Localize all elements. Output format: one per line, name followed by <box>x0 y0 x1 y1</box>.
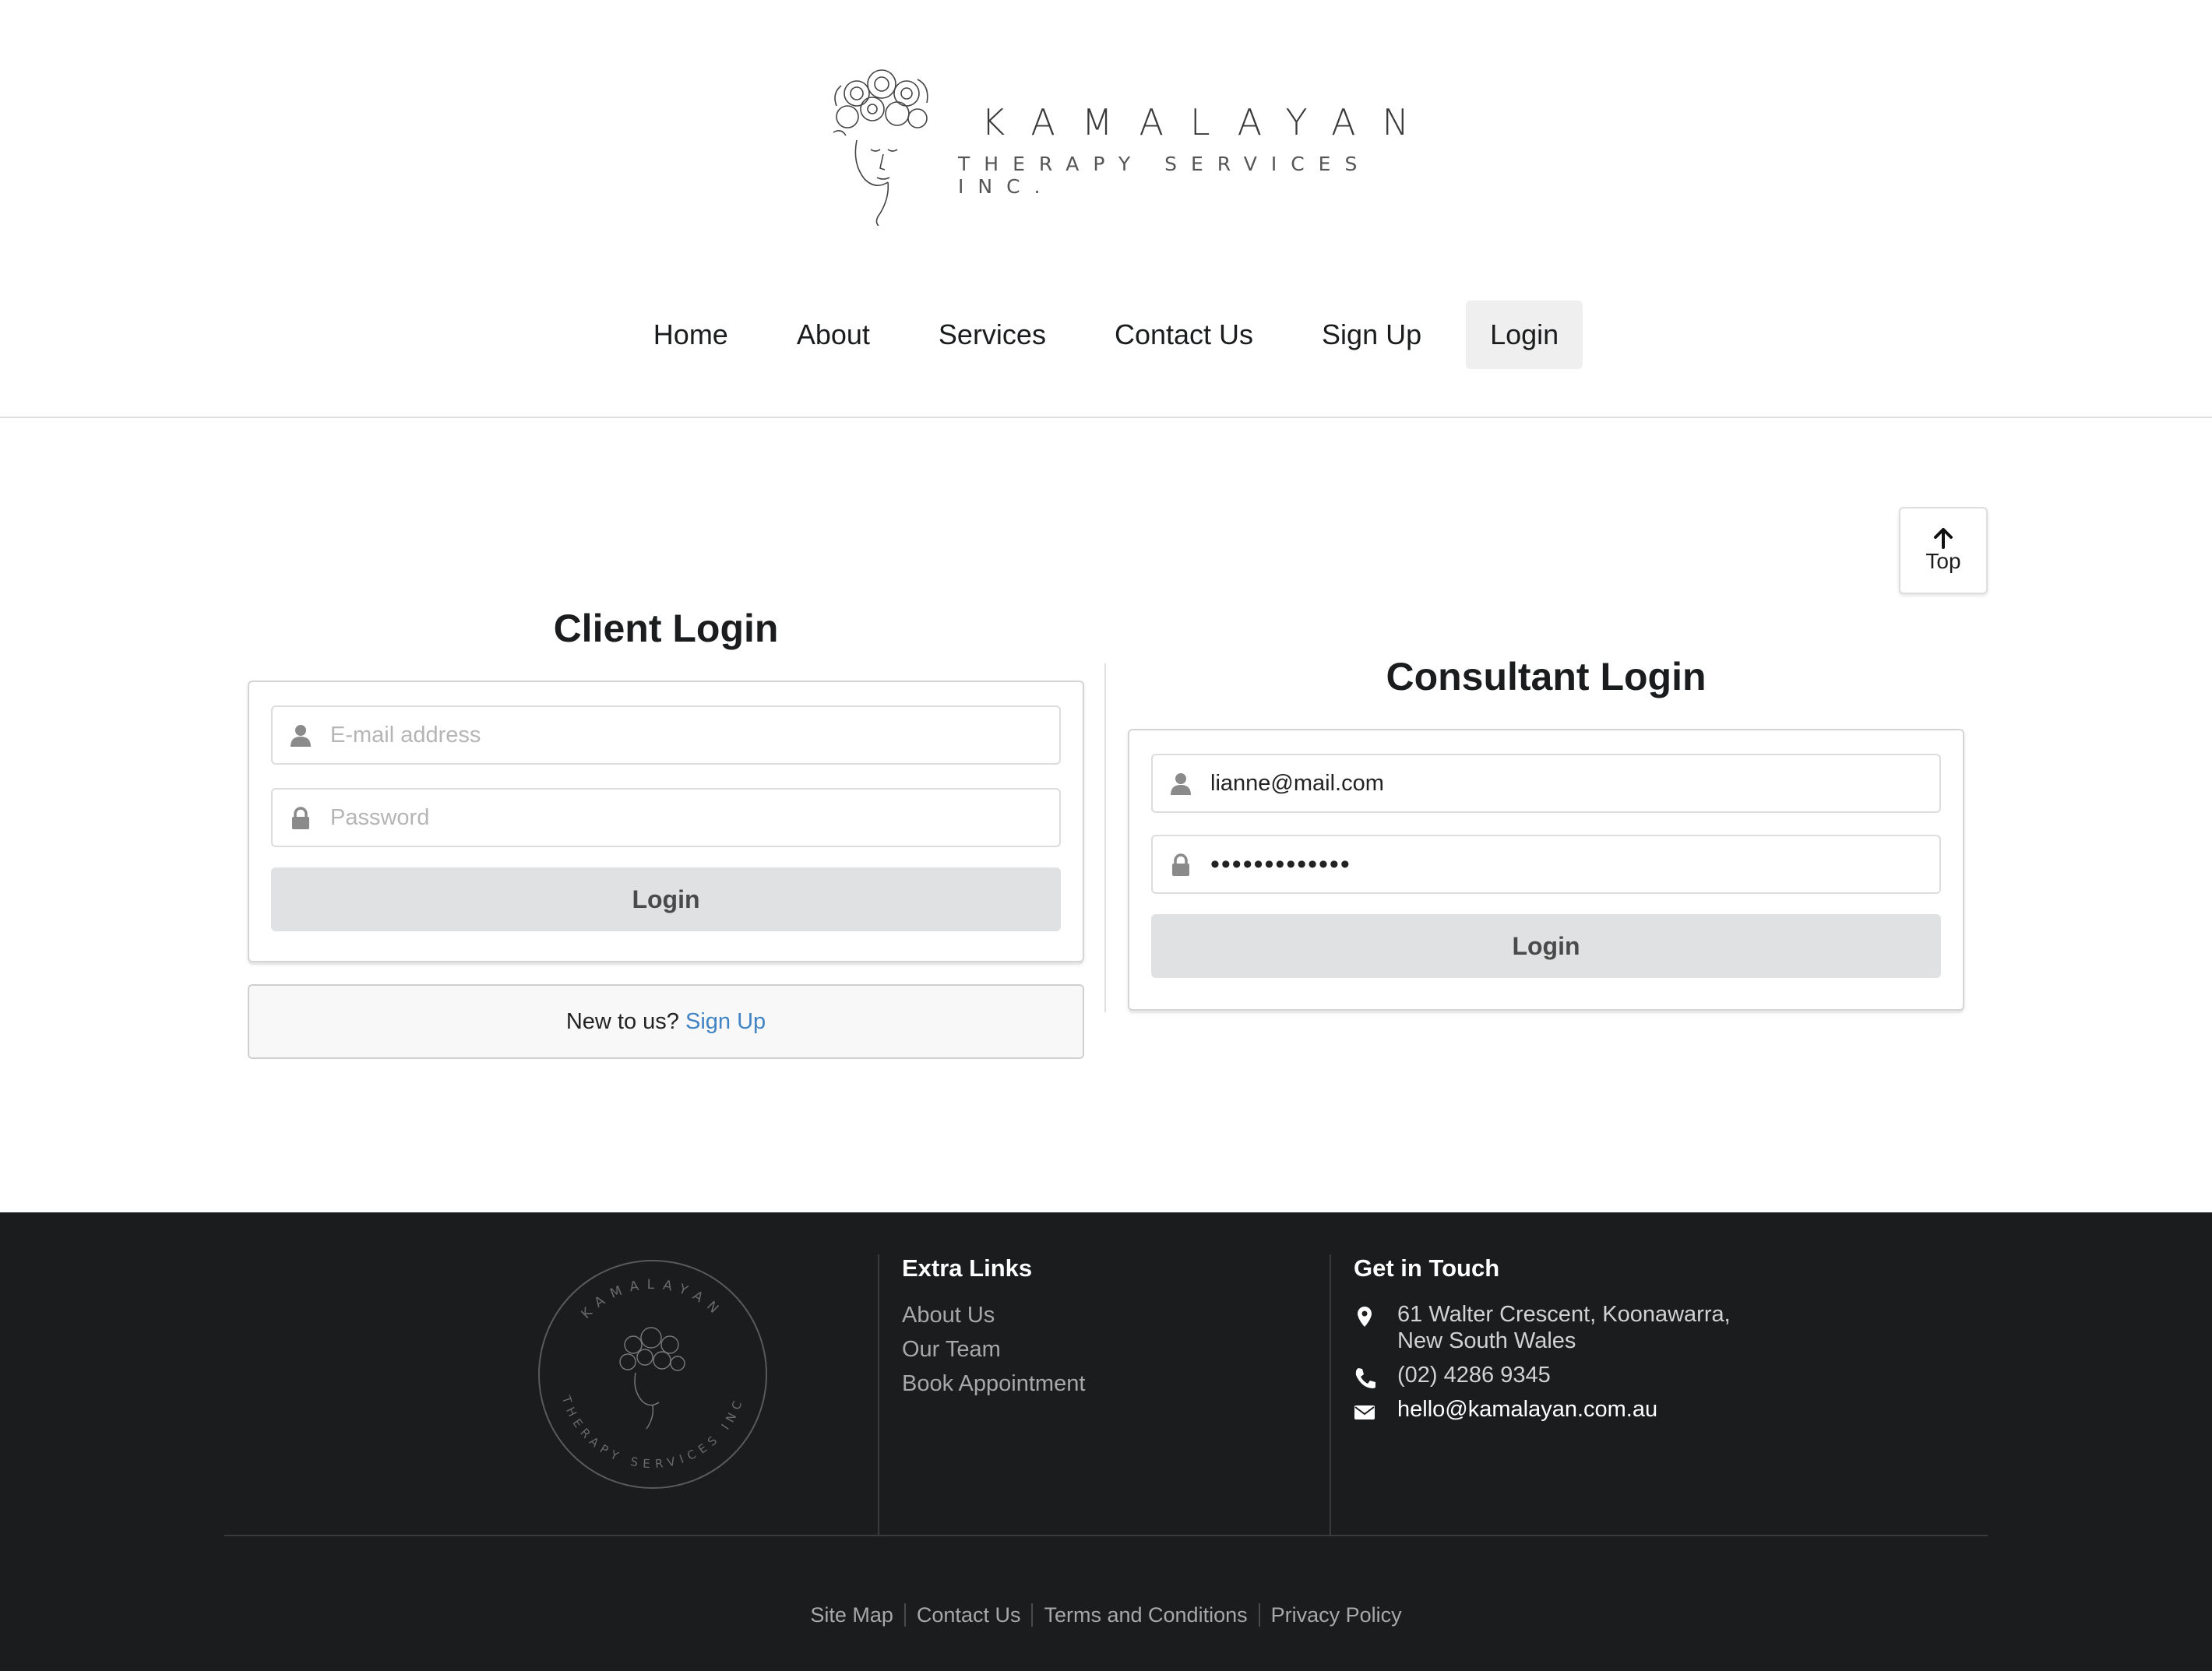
page: { "brand": {"name": "KAMALAYAN", "taglin… <box>0 0 2212 1671</box>
nav-sign-up[interactable]: Sign Up <box>1298 301 1446 369</box>
consultant-email-field[interactable] <box>1151 754 1941 813</box>
main-nav: Home About Services Contact Us Sign Up Login <box>0 301 2212 369</box>
client-password-input[interactable] <box>330 790 1051 846</box>
footer-link-terms[interactable]: Terms and Conditions <box>1031 1603 1258 1627</box>
brand-name: KAMALAYAN <box>981 101 1435 143</box>
lock-icon <box>1172 853 1189 876</box>
arrow-up-icon <box>1934 528 1953 549</box>
nav-login[interactable]: Login <box>1466 301 1583 369</box>
consultant-email-input[interactable] <box>1210 755 1932 811</box>
footer-link-our-team[interactable]: Our Team <box>902 1337 1001 1363</box>
footer-link-privacy[interactable]: Privacy Policy <box>1258 1603 1413 1627</box>
signup-prompt: New to us? <box>565 1009 679 1034</box>
client-email-input[interactable] <box>330 707 1051 763</box>
header-divider <box>0 417 2212 418</box>
client-login-form: Login <box>248 681 1084 962</box>
consultant-login-form: Login <box>1128 729 1964 1011</box>
user-icon <box>1171 773 1191 795</box>
phone-number: (02) 4286 9345 <box>1397 1363 1551 1388</box>
footer-divider-horizontal <box>224 1535 1988 1536</box>
client-login-button[interactable]: Login <box>271 867 1061 931</box>
footer-link-book-appointment[interactable]: Book Appointment <box>902 1371 1085 1397</box>
map-pin-icon <box>1358 1307 1372 1327</box>
client-password-field[interactable] <box>271 788 1061 847</box>
circular-seal-logo-icon: KAMALAYAN THERAPY SERVICES INC <box>538 1260 767 1489</box>
site-logo[interactable]: KAMALAYAN THERAPY SERVICES INC. <box>826 62 1409 226</box>
footer-link-contact-us[interactable]: Contact Us <box>903 1603 1032 1627</box>
address-line-2: New South Wales <box>1397 1328 1576 1353</box>
footer-divider-1 <box>878 1254 879 1535</box>
consultant-login-title: Consultant Login <box>1386 655 1707 698</box>
address-line-1: 61 Walter Crescent, Koonawarra, <box>1397 1302 1731 1327</box>
nav-home[interactable]: Home <box>629 301 752 369</box>
scroll-to-top-label: Top <box>1925 549 1961 573</box>
consultant-login-button[interactable]: Login <box>1151 914 1941 978</box>
footer-divider-2 <box>1330 1254 1331 1535</box>
nav-about[interactable]: About <box>773 301 894 369</box>
footer-bottom-links: Site Map Contact Us Terms and Conditions Pr… <box>0 1603 2212 1627</box>
user-icon <box>291 725 311 747</box>
nav-services[interactable]: Services <box>914 301 1070 369</box>
svg-text:KAMALAYAN: KAMALAYAN <box>579 1277 727 1322</box>
brand-tagline: THERAPY SERVICES INC. <box>958 153 1372 198</box>
consultant-password-field[interactable] <box>1151 835 1941 894</box>
phone-icon <box>1355 1368 1375 1388</box>
site-footer: KAMALAYAN THERAPY SERVICES INC Extra Lin… <box>0 1212 2212 1671</box>
signup-link[interactable]: Sign Up <box>685 1009 766 1034</box>
signup-message: New to us? Sign Up <box>248 984 1084 1059</box>
footer-link-about-us[interactable]: About Us <box>902 1303 995 1328</box>
lock-icon <box>292 807 309 829</box>
envelope-icon <box>1354 1405 1375 1419</box>
client-email-field[interactable] <box>271 705 1061 765</box>
get-in-touch-title: Get in Touch <box>1354 1254 1500 1282</box>
email-link[interactable]: hello@kamalayan.com.au <box>1397 1396 1657 1423</box>
footer-link-site-map[interactable]: Site Map <box>799 1603 904 1627</box>
floral-face-logo-icon <box>833 69 928 226</box>
scroll-to-top-button[interactable]: Top <box>1899 507 1988 594</box>
consultant-password-input[interactable] <box>1210 836 1932 892</box>
login-column-divider <box>1104 663 1106 1012</box>
extra-links-title: Extra Links <box>902 1254 1033 1282</box>
client-login-title: Client Login <box>553 607 779 650</box>
nav-contact-us[interactable]: Contact Us <box>1090 301 1277 369</box>
